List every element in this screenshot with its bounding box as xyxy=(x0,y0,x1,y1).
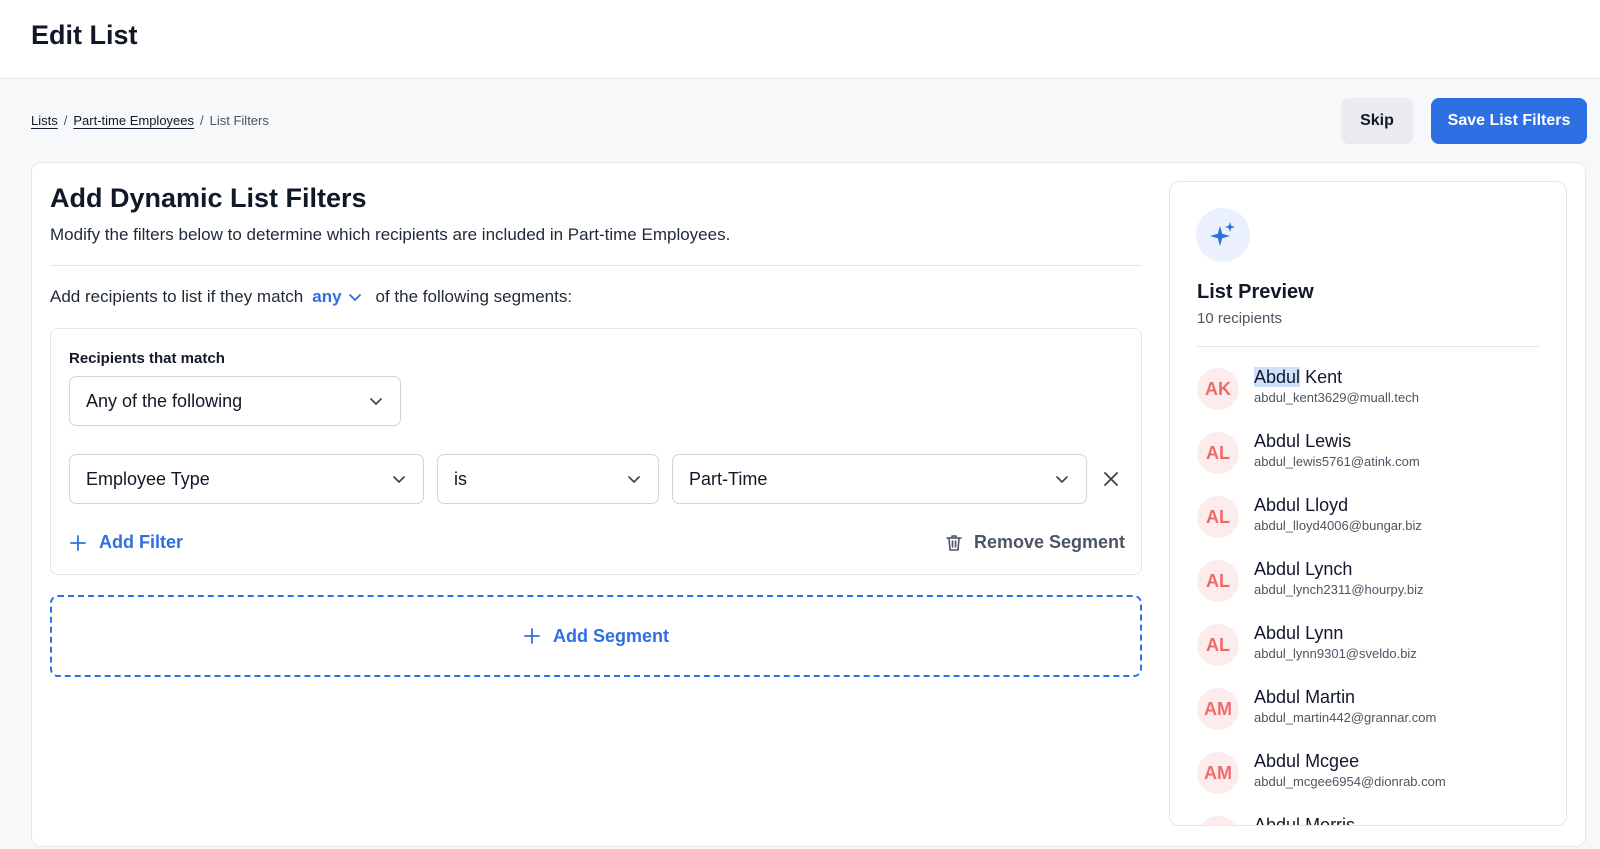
breadcrumb-lists-link[interactable]: Lists xyxy=(31,113,58,128)
recipient-count: 10 recipients xyxy=(1197,310,1283,327)
segment-match-select[interactable]: Any of the following xyxy=(69,376,401,426)
filter-value-value: Part-Time xyxy=(689,468,768,489)
recipient-email: abdul_lynch2311@hourpy.biz xyxy=(1254,582,1424,597)
recipient-first-name: Abdul xyxy=(1254,623,1301,643)
add-segment-button[interactable]: Add Segment xyxy=(50,595,1142,677)
avatar: AL xyxy=(1197,624,1239,666)
recipient-name: Abdul Mcgee xyxy=(1254,750,1446,772)
filter-operator-select[interactable]: is xyxy=(437,454,659,504)
list-preview-panel: List Preview 10 recipients AK Abdul Kent… xyxy=(1169,181,1567,826)
recipient-item: AL Abdul Lynn abdul_lynn9301@sveldo.biz xyxy=(1197,622,1557,686)
recipient-first-name: Abdul xyxy=(1254,495,1301,515)
segment-match-value: Any of the following xyxy=(86,390,243,411)
trash-icon xyxy=(946,534,962,551)
section-title: Add Dynamic List Filters xyxy=(50,183,367,213)
recipient-first-name: Abdul xyxy=(1254,815,1301,826)
recipient-name: Abdul Lewis xyxy=(1254,430,1420,452)
chevron-down-icon xyxy=(1056,476,1068,483)
plus-icon xyxy=(70,534,86,551)
divider xyxy=(50,265,1142,266)
recipient-first-name: Abdul xyxy=(1254,751,1301,771)
recipient-email: abdul_lynn9301@sveldo.biz xyxy=(1254,646,1417,661)
breadcrumb: Lists / Part-time Employees / List Filte… xyxy=(31,113,269,128)
recipient-item: AM Abdul Mcgee abdul_mcgee6954@dionrab.c… xyxy=(1197,750,1557,814)
filter-field-select[interactable]: Employee Type xyxy=(69,454,424,504)
breadcrumb-separator: / xyxy=(200,113,204,128)
remove-segment-label: Remove Segment xyxy=(974,532,1126,552)
chevron-down-icon xyxy=(628,476,640,483)
recipient-email: abdul_mcgee6954@dionrab.com xyxy=(1254,774,1446,789)
divider xyxy=(1197,346,1539,347)
sparkle-icon xyxy=(1210,222,1235,246)
avatar: AM xyxy=(1197,688,1239,730)
breadcrumb-current: List Filters xyxy=(209,113,269,128)
match-prefix: Add recipients to list if they match xyxy=(50,287,304,306)
recipient-item: AL Abdul Lloyd abdul_lloyd4006@bungar.bi… xyxy=(1197,494,1557,558)
filter-field-value: Employee Type xyxy=(86,468,210,489)
recipient-name: Abdul Lynch xyxy=(1254,558,1424,580)
recipient-email: abdul_kent3629@muall.tech xyxy=(1254,390,1419,405)
recipient-last-name: Mcgee xyxy=(1305,751,1360,771)
page-title: Edit List xyxy=(31,20,138,50)
breadcrumb-separator: / xyxy=(63,113,68,128)
recipient-first-name: Abdul xyxy=(1254,431,1301,451)
filter-operator-value: is xyxy=(454,468,467,489)
recipient-last-name: Lewis xyxy=(1305,431,1352,451)
recipient-last-name: Martin xyxy=(1305,687,1356,707)
recipient-last-name: Morris xyxy=(1305,815,1356,826)
avatar: AK xyxy=(1197,368,1239,410)
recipient-name: Abdul Lloyd xyxy=(1254,494,1422,516)
add-filter-label: Add Filter xyxy=(99,532,183,552)
recipient-list: AK Abdul Kent abdul_kent3629@muall.tech … xyxy=(1197,366,1557,826)
save-list-filters-button[interactable]: Save List Filters xyxy=(1431,98,1587,144)
recipient-first-name: Abdul xyxy=(1254,687,1301,707)
recipient-last-name: Lynn xyxy=(1305,623,1344,643)
chevron-down-icon xyxy=(348,294,361,301)
name-highlight: Abdul xyxy=(1254,367,1301,387)
top-bar: Edit List xyxy=(0,0,1600,79)
match-suffix: of the following segments: xyxy=(375,287,573,306)
recipient-email: abdul_martin442@grannar.com xyxy=(1254,710,1437,725)
recipient-name: Abdul Morris xyxy=(1254,814,1356,826)
avatar: AM xyxy=(1197,816,1239,825)
recipient-item: AL Abdul Lewis abdul_lewis5761@atink.com xyxy=(1197,430,1557,494)
filter-value-select[interactable]: Part-Time xyxy=(672,454,1087,504)
recipient-email: abdul_lloyd4006@bungar.biz xyxy=(1254,518,1422,533)
add-filter-button[interactable]: Add Filter xyxy=(69,532,183,553)
recipient-item: AM Abdul Morris xyxy=(1197,814,1557,826)
match-mode-dropdown[interactable]: any xyxy=(312,287,361,307)
plus-icon xyxy=(524,628,540,644)
recipient-name: Abdul Martin xyxy=(1254,686,1436,708)
add-segment-label: Add Segment xyxy=(552,625,669,646)
chevron-down-icon xyxy=(370,398,382,405)
avatar: AL xyxy=(1197,560,1239,602)
recipient-name: Abdul Kent xyxy=(1254,366,1419,388)
segment-label: Recipients that match xyxy=(69,350,225,367)
match-mode-value: any xyxy=(312,287,342,306)
recipient-email: abdul_lewis5761@atink.com xyxy=(1254,454,1420,469)
recipient-last-name: Kent xyxy=(1305,367,1343,387)
section-description: Modify the filters below to determine wh… xyxy=(50,225,731,244)
skip-button[interactable]: Skip xyxy=(1341,98,1413,144)
recipient-item: AL Abdul Lynch abdul_lynch2311@hourpy.bi… xyxy=(1197,558,1557,622)
recipient-last-name: Lynch xyxy=(1305,559,1353,579)
recipient-last-name: Lloyd xyxy=(1305,495,1349,515)
close-icon[interactable] xyxy=(1100,468,1122,490)
avatar: AL xyxy=(1197,496,1239,538)
remove-segment-button[interactable]: Remove Segment xyxy=(944,532,1125,553)
preview-badge xyxy=(1196,208,1250,262)
breadcrumb-list-link[interactable]: Part-time Employees xyxy=(73,113,194,128)
recipient-first-name: Abdul xyxy=(1254,559,1301,579)
recipient-item: AM Abdul Martin abdul_martin442@grannar.… xyxy=(1197,686,1557,750)
recipient-name: Abdul Lynn xyxy=(1254,622,1417,644)
recipient-item: AK Abdul Kent abdul_kent3629@muall.tech xyxy=(1197,366,1557,430)
avatar: AL xyxy=(1197,432,1239,474)
chevron-down-icon xyxy=(393,476,405,483)
preview-title: List Preview xyxy=(1197,281,1314,303)
match-sentence: Add recipients to list if they match any… xyxy=(50,287,572,307)
avatar: AM xyxy=(1197,752,1239,794)
